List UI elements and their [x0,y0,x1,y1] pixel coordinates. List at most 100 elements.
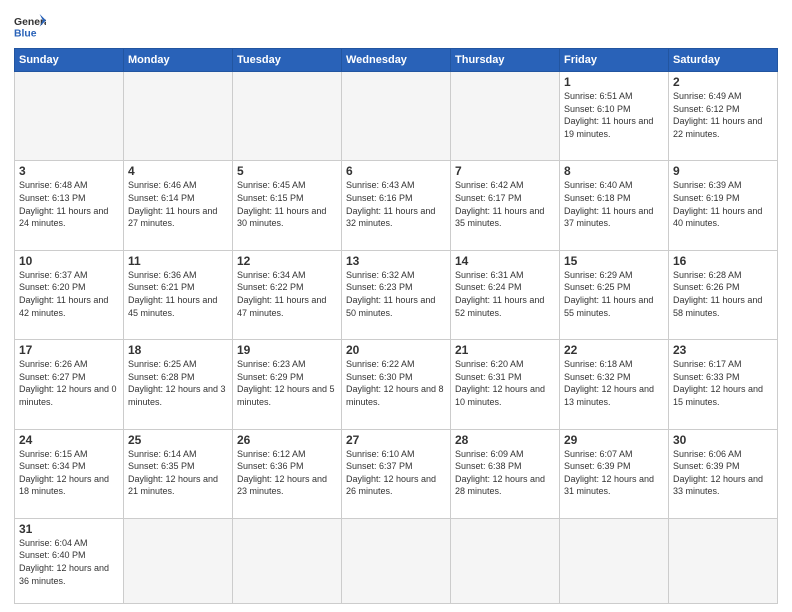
day-info: Sunrise: 6:49 AM Sunset: 6:12 PM Dayligh… [673,90,773,140]
weekday-header-friday: Friday [560,49,669,72]
day-cell: 4Sunrise: 6:46 AM Sunset: 6:14 PM Daylig… [124,161,233,250]
day-info: Sunrise: 6:48 AM Sunset: 6:13 PM Dayligh… [19,179,119,229]
day-info: Sunrise: 6:46 AM Sunset: 6:14 PM Dayligh… [128,179,228,229]
day-cell [451,72,560,161]
day-cell: 14Sunrise: 6:31 AM Sunset: 6:24 PM Dayli… [451,250,560,339]
day-number: 27 [346,433,446,447]
header: General Blue [14,12,778,40]
day-number: 13 [346,254,446,268]
day-info: Sunrise: 6:23 AM Sunset: 6:29 PM Dayligh… [237,358,337,408]
day-number: 20 [346,343,446,357]
day-cell [451,518,560,603]
day-number: 4 [128,164,228,178]
day-cell: 31Sunrise: 6:04 AM Sunset: 6:40 PM Dayli… [15,518,124,603]
calendar-page: General Blue SundayMondayTuesdayWednesda… [0,0,792,612]
day-number: 15 [564,254,664,268]
day-number: 30 [673,433,773,447]
day-number: 9 [673,164,773,178]
day-info: Sunrise: 6:17 AM Sunset: 6:33 PM Dayligh… [673,358,773,408]
svg-text:General: General [14,17,46,28]
generalblue-logo-icon: General Blue [14,12,46,40]
week-row-4: 17Sunrise: 6:26 AM Sunset: 6:27 PM Dayli… [15,340,778,429]
day-cell: 29Sunrise: 6:07 AM Sunset: 6:39 PM Dayli… [560,429,669,518]
day-number: 7 [455,164,555,178]
day-cell [15,72,124,161]
day-number: 19 [237,343,337,357]
day-number: 18 [128,343,228,357]
day-info: Sunrise: 6:18 AM Sunset: 6:32 PM Dayligh… [564,358,664,408]
day-cell [124,518,233,603]
svg-text:Blue: Blue [14,28,37,39]
week-row-5: 24Sunrise: 6:15 AM Sunset: 6:34 PM Dayli… [15,429,778,518]
day-info: Sunrise: 6:45 AM Sunset: 6:15 PM Dayligh… [237,179,337,229]
day-cell [669,518,778,603]
weekday-header-tuesday: Tuesday [233,49,342,72]
day-cell: 18Sunrise: 6:25 AM Sunset: 6:28 PM Dayli… [124,340,233,429]
day-number: 14 [455,254,555,268]
weekday-header-sunday: Sunday [15,49,124,72]
day-number: 10 [19,254,119,268]
day-cell: 21Sunrise: 6:20 AM Sunset: 6:31 PM Dayli… [451,340,560,429]
day-cell: 2Sunrise: 6:49 AM Sunset: 6:12 PM Daylig… [669,72,778,161]
week-row-3: 10Sunrise: 6:37 AM Sunset: 6:20 PM Dayli… [15,250,778,339]
day-number: 31 [19,522,119,536]
day-number: 23 [673,343,773,357]
weekday-header-saturday: Saturday [669,49,778,72]
day-cell [124,72,233,161]
day-cell: 1Sunrise: 6:51 AM Sunset: 6:10 PM Daylig… [560,72,669,161]
day-cell: 22Sunrise: 6:18 AM Sunset: 6:32 PM Dayli… [560,340,669,429]
day-number: 1 [564,75,664,89]
day-info: Sunrise: 6:39 AM Sunset: 6:19 PM Dayligh… [673,179,773,229]
day-cell: 16Sunrise: 6:28 AM Sunset: 6:26 PM Dayli… [669,250,778,339]
weekday-header-wednesday: Wednesday [342,49,451,72]
day-info: Sunrise: 6:40 AM Sunset: 6:18 PM Dayligh… [564,179,664,229]
day-cell: 9Sunrise: 6:39 AM Sunset: 6:19 PM Daylig… [669,161,778,250]
day-cell: 30Sunrise: 6:06 AM Sunset: 6:39 PM Dayli… [669,429,778,518]
day-info: Sunrise: 6:04 AM Sunset: 6:40 PM Dayligh… [19,537,119,587]
day-info: Sunrise: 6:10 AM Sunset: 6:37 PM Dayligh… [346,448,446,498]
day-cell: 11Sunrise: 6:36 AM Sunset: 6:21 PM Dayli… [124,250,233,339]
day-info: Sunrise: 6:31 AM Sunset: 6:24 PM Dayligh… [455,269,555,319]
day-info: Sunrise: 6:42 AM Sunset: 6:17 PM Dayligh… [455,179,555,229]
day-cell: 5Sunrise: 6:45 AM Sunset: 6:15 PM Daylig… [233,161,342,250]
day-info: Sunrise: 6:28 AM Sunset: 6:26 PM Dayligh… [673,269,773,319]
day-cell: 20Sunrise: 6:22 AM Sunset: 6:30 PM Dayli… [342,340,451,429]
logo: General Blue [14,12,46,40]
day-info: Sunrise: 6:09 AM Sunset: 6:38 PM Dayligh… [455,448,555,498]
day-number: 25 [128,433,228,447]
day-cell [342,72,451,161]
weekday-header-row: SundayMondayTuesdayWednesdayThursdayFrid… [15,49,778,72]
day-cell: 23Sunrise: 6:17 AM Sunset: 6:33 PM Dayli… [669,340,778,429]
day-number: 28 [455,433,555,447]
day-cell [560,518,669,603]
day-cell: 15Sunrise: 6:29 AM Sunset: 6:25 PM Dayli… [560,250,669,339]
weekday-header-monday: Monday [124,49,233,72]
day-info: Sunrise: 6:43 AM Sunset: 6:16 PM Dayligh… [346,179,446,229]
day-cell [342,518,451,603]
day-cell: 8Sunrise: 6:40 AM Sunset: 6:18 PM Daylig… [560,161,669,250]
day-cell: 3Sunrise: 6:48 AM Sunset: 6:13 PM Daylig… [15,161,124,250]
day-cell: 27Sunrise: 6:10 AM Sunset: 6:37 PM Dayli… [342,429,451,518]
day-info: Sunrise: 6:26 AM Sunset: 6:27 PM Dayligh… [19,358,119,408]
day-info: Sunrise: 6:37 AM Sunset: 6:20 PM Dayligh… [19,269,119,319]
calendar-table: SundayMondayTuesdayWednesdayThursdayFrid… [14,48,778,604]
day-number: 21 [455,343,555,357]
day-info: Sunrise: 6:07 AM Sunset: 6:39 PM Dayligh… [564,448,664,498]
day-info: Sunrise: 6:14 AM Sunset: 6:35 PM Dayligh… [128,448,228,498]
day-number: 17 [19,343,119,357]
day-number: 24 [19,433,119,447]
day-cell: 6Sunrise: 6:43 AM Sunset: 6:16 PM Daylig… [342,161,451,250]
day-number: 26 [237,433,337,447]
day-cell: 12Sunrise: 6:34 AM Sunset: 6:22 PM Dayli… [233,250,342,339]
day-info: Sunrise: 6:29 AM Sunset: 6:25 PM Dayligh… [564,269,664,319]
day-info: Sunrise: 6:25 AM Sunset: 6:28 PM Dayligh… [128,358,228,408]
day-cell [233,518,342,603]
day-info: Sunrise: 6:12 AM Sunset: 6:36 PM Dayligh… [237,448,337,498]
day-number: 5 [237,164,337,178]
day-number: 16 [673,254,773,268]
week-row-1: 1Sunrise: 6:51 AM Sunset: 6:10 PM Daylig… [15,72,778,161]
day-cell: 7Sunrise: 6:42 AM Sunset: 6:17 PM Daylig… [451,161,560,250]
day-cell: 19Sunrise: 6:23 AM Sunset: 6:29 PM Dayli… [233,340,342,429]
day-cell: 13Sunrise: 6:32 AM Sunset: 6:23 PM Dayli… [342,250,451,339]
day-number: 22 [564,343,664,357]
